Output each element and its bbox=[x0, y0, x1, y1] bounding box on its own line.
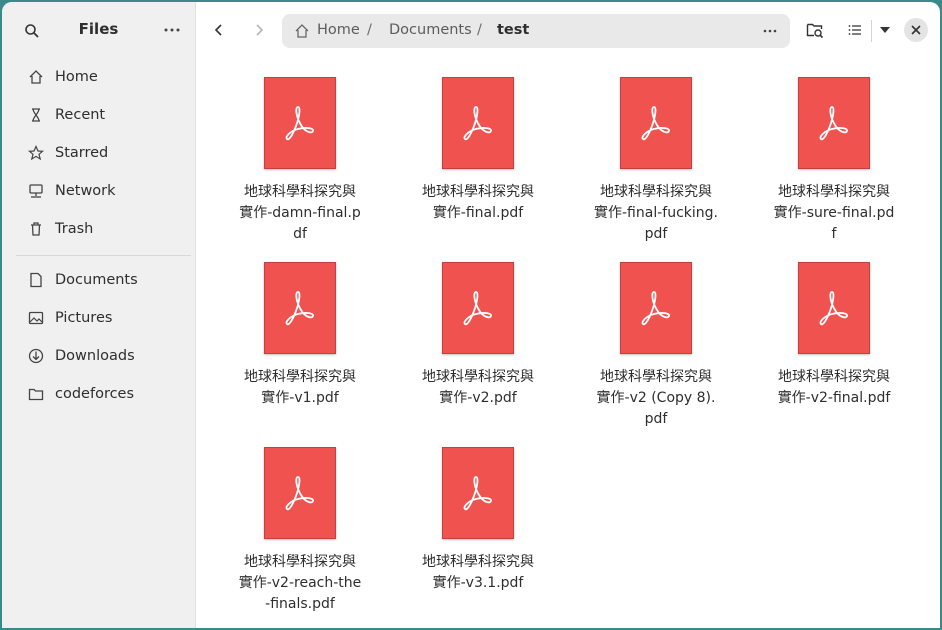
home-icon bbox=[28, 69, 44, 85]
file-item[interactable]: 地球科學科探究與實作-v2 (Copy 8).pdf bbox=[586, 262, 726, 430]
pdf-file-icon bbox=[798, 262, 870, 354]
toolbar-divider bbox=[871, 20, 872, 42]
file-item[interactable]: 地球科學科探究與實作-v3.1.pdf bbox=[408, 447, 548, 594]
header-bar: Home / Documents / test bbox=[195, 2, 940, 58]
sidebar-item-starred[interactable]: Starred bbox=[16, 136, 188, 170]
breadcrumb-current[interactable]: test bbox=[497, 22, 529, 38]
pdf-file-icon bbox=[620, 77, 692, 169]
file-name: 地球科學科探究與實作-v2-final.pdf bbox=[777, 369, 891, 406]
file-name: 地球科學科探究與實作-v2 (Copy 8).pdf bbox=[596, 369, 716, 427]
sidebar-item-network[interactable]: Network bbox=[16, 174, 188, 208]
folder-icon bbox=[28, 386, 44, 402]
recent-icon bbox=[28, 107, 44, 123]
pdf-file-icon bbox=[442, 262, 514, 354]
folder-search-icon bbox=[806, 23, 824, 39]
file-item[interactable]: 地球科學科探究與實作-v2-reach-the-finals.pdf bbox=[230, 447, 370, 615]
sidebar-item-label: Downloads bbox=[55, 348, 135, 364]
file-item[interactable]: 地球科學科探究與實作-final.pdf bbox=[408, 77, 548, 224]
pdf-file-icon bbox=[798, 77, 870, 169]
file-name: 地球科學科探究與實作-v2.pdf bbox=[422, 369, 534, 406]
chevron-right-icon bbox=[256, 24, 264, 36]
forward-button[interactable] bbox=[247, 18, 271, 42]
sidebar-item-label: Trash bbox=[55, 221, 94, 237]
sidebar-item-codeforces[interactable]: codeforces bbox=[16, 377, 188, 411]
more-options-icon[interactable] bbox=[162, 22, 182, 38]
file-item[interactable]: 地球科學科探究與實作-v1.pdf bbox=[230, 262, 370, 409]
file-name: 地球科學科探究與實作-v3.1.pdf bbox=[422, 554, 534, 591]
list-icon bbox=[848, 25, 861, 35]
network-icon bbox=[28, 183, 44, 199]
pictures-icon bbox=[28, 310, 44, 326]
file-name: 地球科學科探究與實作-sure-final.pdf bbox=[773, 184, 895, 242]
sidebar-item-label: Documents bbox=[55, 272, 138, 288]
sidebar-item-pictures[interactable]: Pictures bbox=[16, 301, 188, 335]
download-icon bbox=[28, 348, 44, 364]
pdf-file-icon bbox=[442, 447, 514, 539]
chevron-left-icon bbox=[214, 24, 222, 36]
file-name: 地球科學科探究與實作-v1.pdf bbox=[244, 369, 356, 406]
sidebar-item-label: Pictures bbox=[55, 310, 113, 326]
sidebar-item-documents[interactable]: Documents bbox=[16, 263, 188, 297]
sidebar: Files Home Recent Starred Network Trash … bbox=[2, 2, 196, 628]
search-folder-button[interactable] bbox=[805, 20, 825, 40]
file-item[interactable]: 地球科學科探究與實作-final-fucking.pdf bbox=[586, 77, 726, 245]
sidebar-item-label: codeforces bbox=[55, 386, 135, 402]
sidebar-divider bbox=[16, 255, 191, 256]
file-item[interactable]: 地球科學科探究與實作-sure-final.pdf bbox=[764, 77, 904, 245]
sidebar-item-label: Recent bbox=[55, 107, 106, 123]
files-window: Files Home Recent Starred Network Trash … bbox=[2, 2, 940, 628]
sidebar-item-recent[interactable]: Recent bbox=[16, 98, 188, 132]
sidebar-header: Files bbox=[2, 2, 195, 58]
file-name: 地球科學科探究與實作-damn-final.pdf bbox=[239, 184, 361, 242]
pdf-file-icon bbox=[620, 262, 692, 354]
pdf-file-icon bbox=[264, 262, 336, 354]
pdf-file-icon bbox=[442, 77, 514, 169]
file-item[interactable]: 地球科學科探究與實作-v2.pdf bbox=[408, 262, 548, 409]
close-window-button[interactable] bbox=[904, 18, 928, 42]
breadcrumb-documents[interactable]: Documents bbox=[389, 22, 472, 38]
file-item[interactable]: 地球科學科探究與實作-damn-final.pdf bbox=[230, 77, 370, 245]
document-icon bbox=[28, 272, 44, 288]
view-options-button[interactable] bbox=[875, 20, 895, 40]
breadcrumb-home[interactable]: Home bbox=[317, 22, 360, 38]
path-menu-icon[interactable] bbox=[762, 20, 778, 43]
sidebar-item-label: Home bbox=[55, 69, 98, 85]
path-bar: Home / Documents / test bbox=[282, 14, 790, 48]
home-icon bbox=[294, 23, 310, 39]
pdf-file-icon bbox=[264, 77, 336, 169]
trash-icon bbox=[28, 221, 44, 237]
file-grid: 地球科學科探究與實作-damn-final.pdf 地球科學科探究與實作-fin… bbox=[195, 58, 940, 628]
sidebar-item-downloads[interactable]: Downloads bbox=[16, 339, 188, 373]
sidebar-item-label: Network bbox=[55, 183, 116, 199]
breadcrumb-separator: / bbox=[367, 22, 372, 38]
star-icon bbox=[27, 145, 45, 161]
pdf-file-icon bbox=[264, 447, 336, 539]
list-view-button[interactable] bbox=[845, 20, 865, 40]
sidebar-item-trash[interactable]: Trash bbox=[16, 212, 188, 246]
close-icon bbox=[911, 25, 921, 35]
file-name: 地球科學科探究與實作-v2-reach-the-finals.pdf bbox=[238, 554, 362, 612]
file-name: 地球科學科探究與實作-final-fucking.pdf bbox=[594, 184, 718, 242]
sidebar-item-home[interactable]: Home bbox=[16, 60, 188, 94]
back-button[interactable] bbox=[207, 18, 231, 42]
file-item[interactable]: 地球科學科探究與實作-v2-final.pdf bbox=[764, 262, 904, 409]
chevron-down-icon bbox=[880, 27, 890, 33]
file-name: 地球科學科探究與實作-final.pdf bbox=[422, 184, 534, 221]
sidebar-item-label: Starred bbox=[55, 145, 109, 161]
breadcrumb-separator: / bbox=[477, 22, 482, 38]
